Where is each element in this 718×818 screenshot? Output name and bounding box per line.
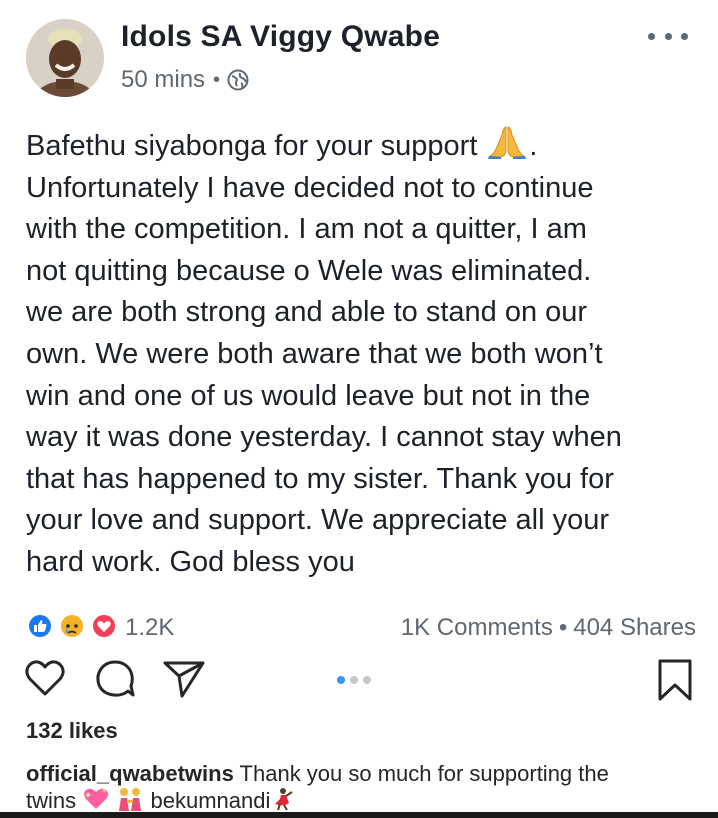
post-body-line: we are both strong and able to stand on … [26,296,588,329]
engagement-separator: • [558,614,568,641]
caption-username[interactable]: official_qwabetwins [26,761,234,786]
post-body-line: Unfortunately I have decided not to cont… [26,171,594,204]
reactions-bar: 1.2K 1K Comments • 404 Shares [0,608,718,644]
caption-text: bekumnandi [150,788,271,813]
author-avatar[interactable] [26,19,104,97]
carousel-dot[interactable] [363,676,371,684]
share-icon[interactable] [162,658,206,705]
comment-icon[interactable] [94,658,136,705]
avatar-image [26,19,104,97]
shares-count[interactable]: 404 Shares [573,614,696,641]
screen-bottom-edge [0,812,718,818]
more-options-icon[interactable] [648,26,688,46]
caption: official_qwabetwins Thank you so much fo… [26,760,706,817]
comments-count[interactable]: 1K Comments [401,614,553,641]
post-body-line: with the competition. I am not a quitter… [26,213,587,246]
reaction-count[interactable]: 1.2K [125,614,174,642]
like-reaction-icon [27,613,53,639]
post-body-line: win and one of us would leave but not in… [26,379,591,412]
post-timestamp[interactable]: 50 mins [121,66,205,94]
carousel-dot[interactable] [350,676,358,684]
post-body-line: that has happened to my sister. Thank yo… [26,462,614,495]
caption-text: twins [26,788,77,813]
author-name[interactable]: Idols SA Viggy Qwabe [121,20,440,54]
caption-text: Thank you so much for supporting the [233,761,609,786]
reaction-icons[interactable] [24,612,124,640]
carousel-dot-active[interactable] [337,676,345,684]
engagement-stats: 1K Comments • 404 Shares [401,614,696,642]
post-body: Bafethu siyabonga for your support . Unf… [26,125,706,584]
bookmark-icon[interactable] [656,658,694,707]
post-body-line: way it was done yesterday. I cannot stay… [26,421,622,454]
post-meta: 50 mins • [121,66,249,94]
globe-icon[interactable] [227,69,249,91]
love-reaction-icon [91,613,117,639]
action-bar [0,652,718,708]
post-header: Idols SA Viggy Qwabe 50 mins • [0,0,718,110]
carousel-dots[interactable] [337,676,371,684]
post-body-line: own. We were both aware that we both won… [26,337,603,370]
post-body-line: Bafethu siyabonga for your support . [26,125,706,168]
post-body-line: your love and support. We appreciate all… [26,504,610,537]
post-body-line: not quitting because o Wele was eliminat… [26,254,592,287]
folded-hands-emoji [487,125,527,159]
likes-count[interactable]: 132 likes [26,718,118,744]
heart-icon[interactable] [24,658,66,703]
sad-reaction-icon [59,613,85,639]
meta-separator: • [213,68,221,91]
post-body-line: hard work. God bless you [26,545,355,578]
